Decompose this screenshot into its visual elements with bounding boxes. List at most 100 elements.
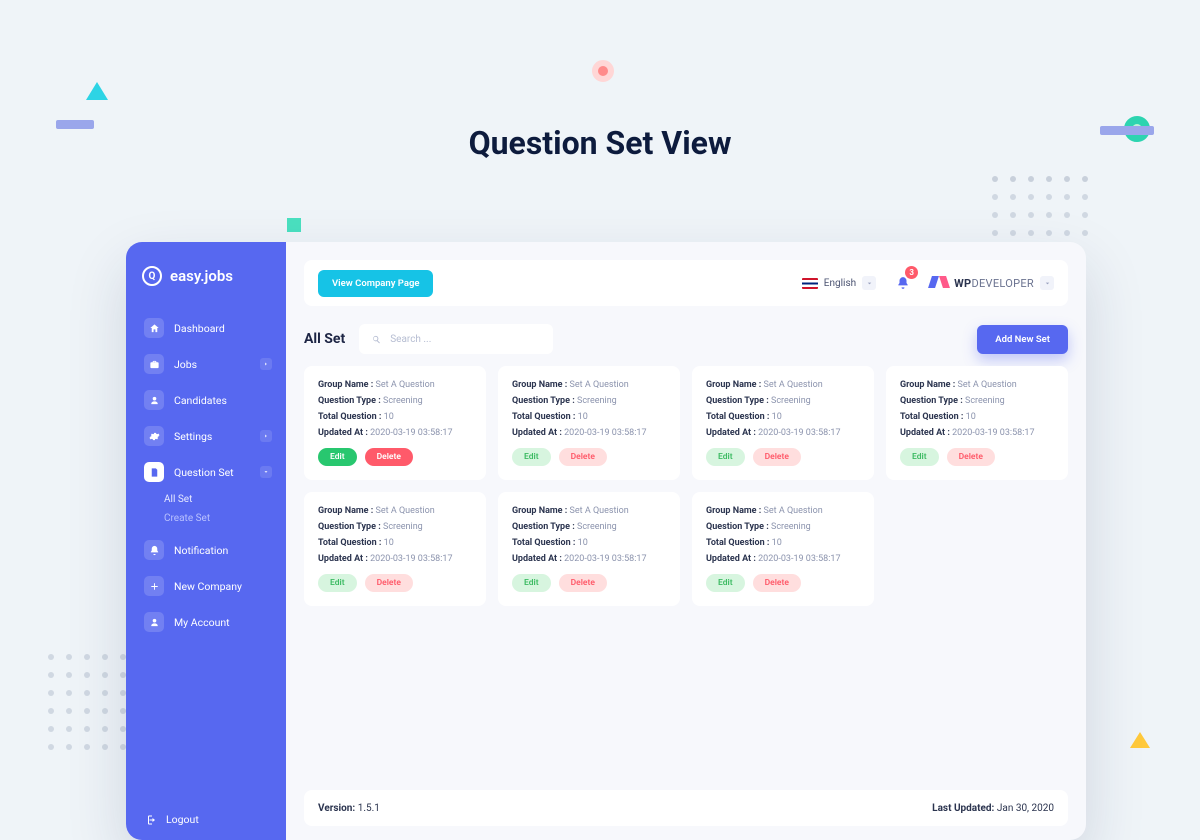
card-updated-row: Updated At : 2020-03-19 03:58:17 (706, 554, 860, 564)
card-total-row: Total Question : 10 (706, 538, 860, 548)
briefcase-icon (144, 354, 164, 374)
page-title: Question Set View (0, 124, 1200, 162)
edit-button[interactable]: Edit (706, 448, 745, 466)
sidebar-item-candidates[interactable]: Candidates (132, 382, 280, 418)
sidebar-nav: Dashboard Jobs Candidates Settings Quest… (126, 310, 286, 799)
view-company-button[interactable]: View Company Page (318, 270, 433, 297)
question-set-card: Group Name : Set A Question Question Type… (692, 366, 874, 480)
topbar: View Company Page English 3 WPDEVELOPER (304, 260, 1068, 306)
card-updated-row: Updated At : 2020-03-19 03:58:17 (318, 428, 472, 438)
sidebar-item-label: Dashboard (174, 322, 225, 335)
sidebar-item-question-set[interactable]: Question Set (132, 454, 280, 490)
sidebar-item-label: New Company (174, 580, 242, 593)
chevron-down-icon (862, 276, 876, 290)
chevron-down-icon (260, 466, 272, 478)
card-actions: Edit Delete (900, 448, 1054, 466)
card-actions: Edit Delete (706, 574, 860, 592)
sidebar-item-notification[interactable]: Notification (132, 532, 280, 568)
logout-icon (144, 814, 156, 826)
card-type-row: Question Type : Screening (706, 396, 860, 406)
sidebar-item-label: Candidates (174, 394, 227, 407)
chevron-down-icon (1040, 276, 1054, 290)
edit-button[interactable]: Edit (512, 448, 551, 466)
card-actions: Edit Delete (318, 448, 472, 466)
logo-text: easy.jobs (170, 267, 233, 285)
logo[interactable]: Q easy.jobs (126, 262, 286, 310)
question-set-card: Group Name : Set A Question Question Type… (498, 366, 680, 480)
logout-label: Logout (166, 813, 199, 826)
card-type-row: Question Type : Screening (318, 522, 472, 532)
sidebar-item-new-company[interactable]: New Company (132, 568, 280, 604)
card-total-row: Total Question : 10 (706, 412, 860, 422)
brand-sub: DEVELOPER (971, 277, 1034, 290)
language-switcher[interactable]: English (802, 276, 876, 290)
cards-grid: Group Name : Set A Question Question Type… (304, 366, 1068, 606)
sidebar-item-label: My Account (174, 616, 230, 629)
sidebar-item-label: Jobs (174, 358, 197, 371)
edit-button[interactable]: Edit (318, 574, 357, 592)
document-icon (144, 462, 164, 482)
sidebar-item-label: Notification (174, 544, 228, 557)
card-group-row: Group Name : Set A Question (706, 380, 860, 390)
section-title: All Set (304, 331, 345, 347)
card-type-row: Question Type : Screening (512, 396, 666, 406)
sidebar-item-label: Question Set (174, 466, 234, 479)
card-group-row: Group Name : Set A Question (512, 380, 666, 390)
notifications-button[interactable]: 3 (890, 270, 916, 296)
question-set-card: Group Name : Set A QuestionQuestion Type… (498, 492, 680, 606)
sidebar-item-jobs[interactable]: Jobs (132, 346, 280, 382)
plus-icon (144, 576, 164, 596)
card-total-row: Total Question : 10 (900, 412, 1054, 422)
user-icon (144, 390, 164, 410)
card-type-row: Question Type : Screening (706, 522, 860, 532)
chevron-right-icon (260, 358, 272, 370)
card-actions: Edit Delete (706, 448, 860, 466)
search-input[interactable] (390, 334, 541, 345)
sidebar-item-dashboard[interactable]: Dashboard (132, 310, 280, 346)
delete-button[interactable]: Delete (559, 448, 607, 466)
person-icon (144, 612, 164, 632)
add-new-set-button[interactable]: Add New Set (977, 325, 1068, 354)
edit-button[interactable]: Edit (512, 574, 551, 592)
search-icon (371, 334, 382, 345)
chevron-right-icon (260, 430, 272, 442)
question-set-card: Group Name : Set A QuestionQuestion Type… (304, 366, 486, 480)
sidebar-item-my-account[interactable]: My Account (132, 604, 280, 640)
logout-button[interactable]: Logout (126, 799, 286, 840)
delete-button[interactable]: Delete (365, 574, 413, 592)
sidebar-subitem-all-set[interactable]: All Set (164, 494, 286, 505)
card-updated-row: Updated At : 2020-03-19 03:58:17 (512, 428, 666, 438)
company-switcher[interactable]: WPDEVELOPER (930, 274, 1054, 292)
delete-button[interactable]: Delete (753, 448, 801, 466)
footer: Version: 1.5.1 Last Updated: Jan 30, 202… (304, 790, 1068, 826)
sidebar-subitem-create-set[interactable]: Create Set (164, 513, 286, 524)
search-box[interactable] (359, 324, 553, 354)
logo-icon: Q (142, 266, 162, 286)
content-header: All Set Add New Set (304, 324, 1068, 354)
version-text: Version: 1.5.1 (318, 803, 380, 814)
edit-button[interactable]: Edit (706, 574, 745, 592)
brand-main: WP (954, 277, 971, 290)
app-window: Q easy.jobs Dashboard Jobs Candidates Se… (126, 242, 1086, 840)
card-group-row: Group Name : Set A Question (900, 380, 1054, 390)
card-actions: Edit Delete (512, 574, 666, 592)
card-type-row: Question Type : Screening (900, 396, 1054, 406)
edit-button[interactable]: Edit (318, 448, 357, 466)
sidebar-item-settings[interactable]: Settings (132, 418, 280, 454)
delete-button[interactable]: Delete (559, 574, 607, 592)
card-updated-row: Updated At : 2020-03-19 03:58:17 (318, 554, 472, 564)
card-total-row: Total Question : 10 (512, 538, 666, 548)
home-icon (144, 318, 164, 338)
card-actions: Edit Delete (512, 448, 666, 466)
delete-button[interactable]: Delete (753, 574, 801, 592)
sidebar: Q easy.jobs Dashboard Jobs Candidates Se… (126, 242, 286, 840)
card-group-row: Group Name : Set A Question (512, 506, 666, 516)
question-set-card: Group Name : Set A Question Question Type… (886, 366, 1068, 480)
delete-button[interactable]: Delete (947, 448, 995, 466)
edit-button[interactable]: Edit (900, 448, 939, 466)
brand-logo-icon (930, 274, 948, 292)
main-content: View Company Page English 3 WPDEVELOPER (286, 242, 1086, 840)
card-updated-row: Updated At : 2020-03-19 03:58:17 (512, 554, 666, 564)
card-group-row: Group Name : Set A Question (318, 380, 472, 390)
delete-button[interactable]: Delete (365, 448, 413, 466)
